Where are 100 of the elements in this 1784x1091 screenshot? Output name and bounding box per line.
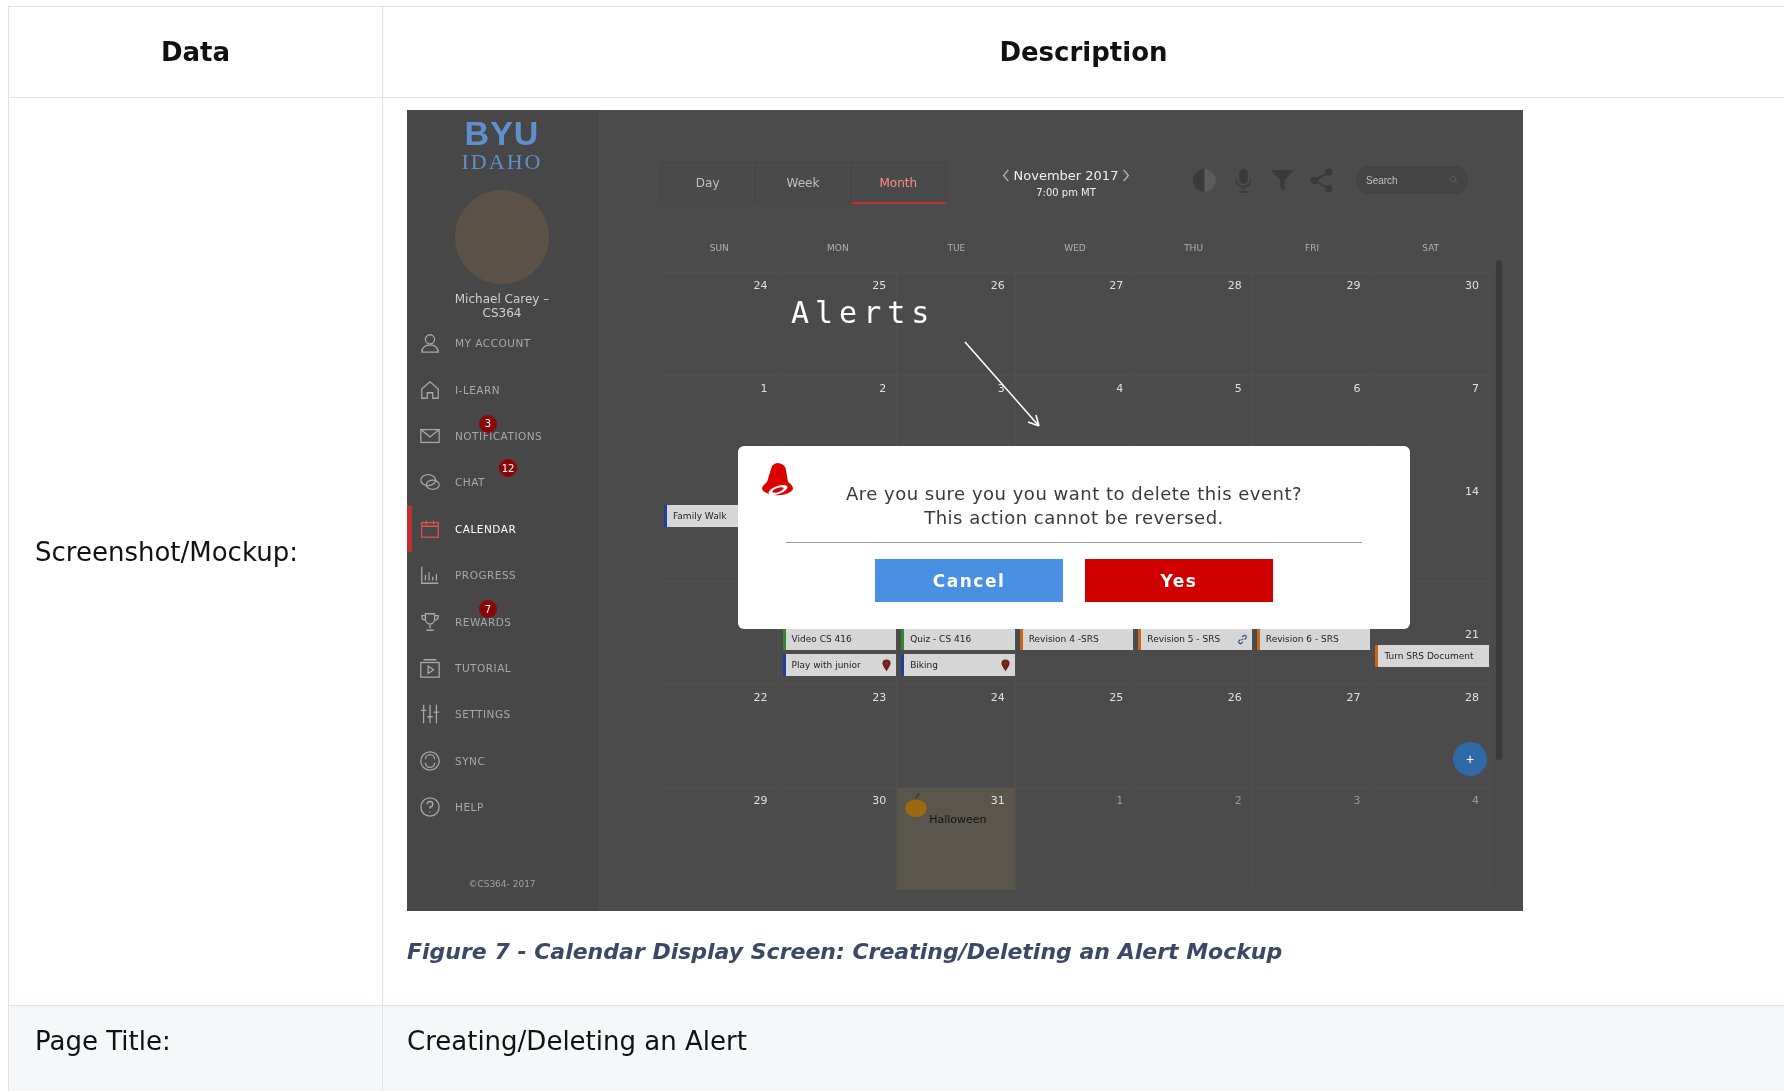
day-number: 26 — [1227, 691, 1242, 704]
trophy-icon — [419, 610, 441, 633]
copyright-text: ©CS364- 2017 — [468, 879, 536, 889]
nav-item[interactable]: CHAT 12 — [407, 459, 597, 506]
day-number: 28 — [1227, 279, 1242, 292]
event-title: Biking — [910, 660, 938, 670]
account-icon — [419, 332, 441, 355]
row-label: Page Title: — [35, 1026, 171, 1056]
calendar-event[interactable]: Revision 5 - SRS — [1138, 628, 1252, 650]
day-number: 3 — [1353, 794, 1361, 807]
day-number: 2 — [1234, 794, 1242, 807]
count-badge: 12 — [499, 459, 517, 478]
view-tab[interactable]: Week — [755, 162, 851, 204]
view-tab[interactable]: Day — [660, 162, 756, 204]
weekday-label: SAT — [1421, 243, 1441, 253]
calendar-event[interactable]: Biking — [901, 654, 1015, 676]
day-number: 27 — [1346, 691, 1361, 704]
calendar-event[interactable]: Video CS 416 — [782, 628, 897, 650]
weekday-label: SUN — [708, 243, 730, 253]
day-number: 24 — [990, 691, 1005, 704]
event-title: Quiz - CS 416 — [910, 634, 972, 644]
home-icon — [419, 378, 441, 401]
day-number: 30 — [1465, 279, 1479, 292]
nav-item[interactable]: HELP — [407, 783, 597, 831]
day-number: 5 — [1234, 382, 1242, 395]
calendar-event[interactable]: Revision 4 -SRS — [1019, 628, 1134, 650]
day-number: 28 — [1465, 691, 1479, 704]
event-title: Revision 4 -SRS — [1028, 634, 1099, 644]
calendar-event[interactable]: Quiz - CS 416 — [901, 628, 1015, 650]
day-number: 30 — [872, 794, 887, 807]
figure-caption: Figure 7 - Calendar Display Screen: Creating/Deleting an Alert Mockup — [407, 939, 1284, 964]
search-field[interactable]: Search — [1356, 166, 1468, 194]
event-title: Play with junior — [791, 660, 861, 670]
month-title: November 2017 — [1013, 168, 1119, 183]
page-title-value: Creating/Deleting an Alert — [407, 1026, 747, 1056]
calendar-event[interactable]: Play with junior — [782, 654, 897, 676]
confirm-button[interactable]: Yes — [1085, 559, 1273, 602]
sliders-icon — [419, 703, 441, 726]
nav-item[interactable]: PROGRESS — [407, 551, 597, 599]
day-number: 6 — [1353, 382, 1361, 395]
play-icon — [419, 656, 441, 679]
day-number: 23 — [872, 691, 887, 704]
weekday-label: TUE — [946, 243, 967, 253]
add-button[interactable]: + — [1453, 742, 1487, 776]
nav-item[interactable]: NOTIFICATIONS 3 — [407, 412, 597, 460]
day-number: 25 — [1109, 691, 1124, 704]
weekday-label: WED — [1063, 243, 1087, 253]
weekday-label: MON — [826, 243, 850, 253]
contrast-icon[interactable] — [1192, 167, 1217, 193]
logo-subtitle: IDAHO — [461, 150, 543, 174]
event-title: Revision 5 - SRS — [1147, 634, 1221, 644]
next-icon[interactable] — [1122, 169, 1131, 182]
time-text: 7:00 pm MT — [1036, 187, 1096, 198]
annotation-label: Alerts — [791, 295, 936, 330]
day-number: 29 — [753, 794, 768, 807]
previous-icon[interactable] — [1001, 169, 1010, 182]
logo-wordmark: BYU — [464, 116, 540, 150]
nav-item[interactable]: SETTINGS — [407, 691, 597, 738]
column-header: Data — [9, 7, 383, 98]
day-number: 14 — [1465, 485, 1479, 498]
user-name: Michael Carey – CS364 — [453, 292, 551, 320]
day-number: 4 — [1116, 382, 1124, 395]
pumpkin-icon — [903, 792, 930, 818]
day-number: 29 — [1346, 279, 1361, 292]
day-number: 24 — [753, 279, 768, 292]
count-badge: 7 — [479, 600, 497, 619]
count-badge: 3 — [479, 414, 497, 433]
help-icon — [419, 796, 441, 819]
day-number: 7 — [1472, 382, 1479, 395]
day-number: 21 — [1465, 628, 1479, 641]
nav-item[interactable]: CALENDAR — [407, 505, 597, 552]
sync-icon — [419, 749, 441, 772]
day-number: 27 — [1109, 279, 1124, 292]
event-title: Video CS 416 — [791, 634, 852, 644]
nav-item[interactable]: REWARDS 7 — [407, 598, 597, 645]
day-number: 2 — [879, 382, 887, 395]
calendar-event[interactable]: Turn SRS Document — [1375, 645, 1489, 667]
calendar-event[interactable]: Revision 6 - SRS — [1256, 628, 1371, 650]
nav-item[interactable]: I-LEARN — [407, 366, 597, 413]
event-title: Family Walk — [673, 511, 727, 521]
dialog-note: This action cannot be reversed. — [924, 506, 1224, 530]
day-number: 31 — [990, 794, 1005, 807]
row-label: Screenshot/Mockup: — [35, 536, 298, 567]
day-number: 22 — [753, 691, 768, 704]
day-number: 25 — [872, 279, 887, 292]
dialog-message: Are you sure you you want to delete this event? — [845, 482, 1303, 506]
view-tab[interactable]: Month — [850, 162, 946, 204]
weekday-label: THU — [1183, 243, 1204, 253]
nav-item[interactable]: SYNC — [407, 737, 597, 784]
day-number: 1 — [1116, 794, 1124, 807]
event-title: Revision 6 - SRS — [1265, 634, 1339, 644]
weekday-label: FRI — [1304, 243, 1321, 253]
nav-item[interactable]: MY ACCOUNT — [407, 320, 597, 367]
day-number: 4 — [1472, 794, 1479, 807]
holiday-label: Halloween — [929, 813, 987, 826]
chart-icon — [419, 564, 441, 587]
day-number: 1 — [760, 382, 768, 395]
nav-item[interactable]: TUTORIAL — [407, 644, 597, 692]
day-number: 26 — [990, 279, 1005, 292]
event-title: Turn SRS Document — [1384, 651, 1474, 661]
